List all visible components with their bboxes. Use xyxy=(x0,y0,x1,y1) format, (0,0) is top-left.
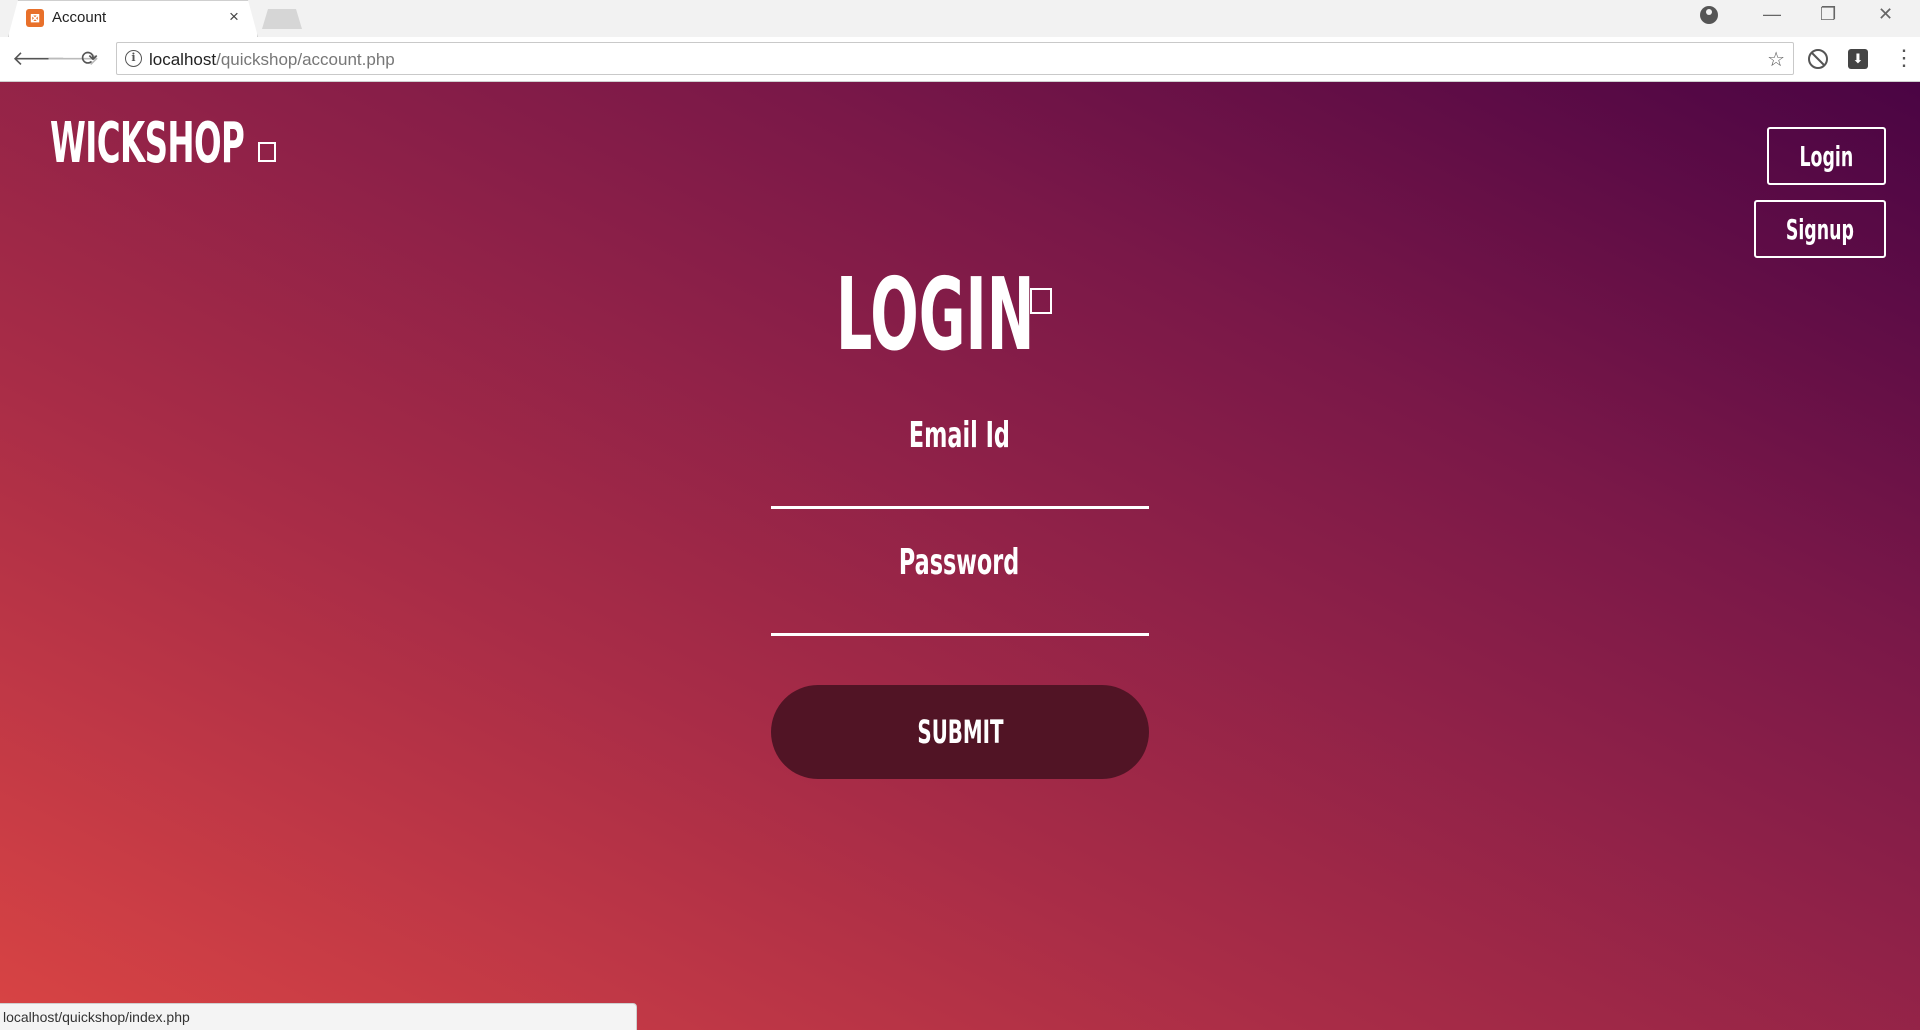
missing-glyph-icon xyxy=(258,142,276,162)
new-tab-button[interactable] xyxy=(262,9,302,29)
url-path: /quickshop/account.php xyxy=(216,50,395,69)
password-label: Password xyxy=(771,542,1147,583)
tab-close-icon[interactable]: × xyxy=(229,8,239,26)
restore-icon[interactable]: ❐ xyxy=(1820,4,1836,25)
submit-button-label: SUBMIT xyxy=(916,713,1004,751)
window-close-icon[interactable]: ✕ xyxy=(1878,4,1893,25)
tab-title: Account xyxy=(52,9,107,26)
url-host: localhost xyxy=(149,50,217,69)
password-field[interactable] xyxy=(771,592,1149,636)
status-url: localhost/quickshop/index.php xyxy=(3,1009,190,1025)
minimize-icon[interactable]: — xyxy=(1763,4,1781,25)
address-bar[interactable]: i localhost/quickshop/account.php ☆ xyxy=(116,42,1794,75)
email-field[interactable] xyxy=(771,465,1149,509)
browser-toolbar: 🡐 🡒 ⟳ i localhost/quickshop/account.php … xyxy=(0,37,1920,82)
login-button-label: Login xyxy=(1799,139,1854,173)
page-background: WICKSHOP Login Signup LOGIN Email Id Pas… xyxy=(0,82,1920,1030)
browser-menu-icon[interactable]: ⋮ xyxy=(1893,45,1915,71)
signup-button[interactable]: Signup xyxy=(1754,200,1886,258)
missing-glyph-icon xyxy=(1030,288,1052,314)
page-title: LOGIN xyxy=(836,256,1035,373)
email-label-text: Email Id xyxy=(908,415,1010,456)
download-extension-icon[interactable]: ⬇ xyxy=(1848,49,1868,69)
browser-tab-bar: ⊠ Account × — ❐ ✕ xyxy=(0,0,1920,37)
brand-logo[interactable]: WICKSHOP xyxy=(50,114,245,174)
reload-icon[interactable]: ⟳ xyxy=(81,47,98,71)
login-button[interactable]: Login xyxy=(1767,127,1886,185)
status-bar: localhost/quickshop/index.php xyxy=(0,1003,637,1030)
block-extension-icon[interactable] xyxy=(1808,49,1828,69)
bookmark-star-icon[interactable]: ☆ xyxy=(1767,47,1785,72)
browser-tab[interactable] xyxy=(8,0,258,37)
submit-button[interactable]: SUBMIT xyxy=(771,685,1149,779)
info-icon[interactable]: i xyxy=(125,50,142,67)
url-text: localhost/quickshop/account.php xyxy=(149,50,395,70)
password-label-text: Password xyxy=(898,542,1020,583)
signup-button-label: Signup xyxy=(1785,212,1855,246)
profile-icon[interactable] xyxy=(1700,6,1718,24)
email-label: Email Id xyxy=(771,415,1147,456)
xampp-favicon-icon: ⊠ xyxy=(26,9,44,27)
